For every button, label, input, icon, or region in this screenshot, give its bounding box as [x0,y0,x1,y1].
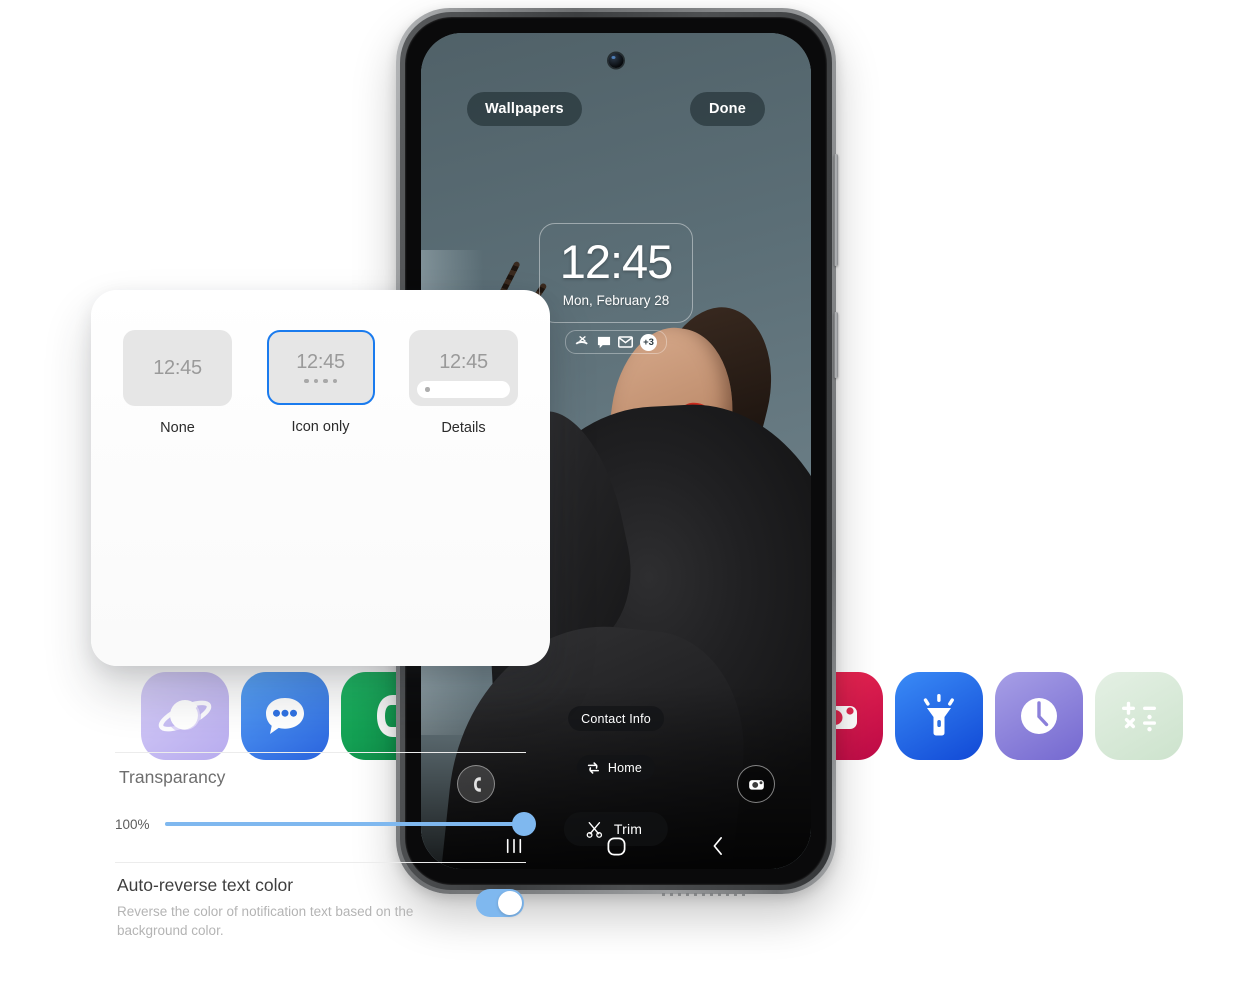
auto-reverse-texts: Auto-reverse text color Reverse the colo… [117,875,476,940]
app-icon-messages[interactable] [241,672,329,760]
message-icon [597,336,611,348]
clock-time: 12:45 [559,235,674,288]
style-label-icon-only: Icon only [291,419,350,435]
transparency-slider-row: 100% [115,810,536,838]
back-button[interactable] [691,829,745,863]
style-label-none: None [160,420,195,436]
planet-icon [158,700,212,733]
preview-time: 12:45 [153,357,202,379]
style-preview-details[interactable]: 12:45 [409,330,518,406]
flashlight-icon [923,694,954,736]
style-option-none[interactable]: 12:45 None [122,330,233,436]
speaker-grille [662,893,750,896]
home-switch-button[interactable]: Home [576,755,656,780]
recents-icon [506,838,522,854]
transparency-title: Transparancy [119,767,226,787]
style-preview-none[interactable]: 12:45 [123,330,232,406]
calculator-icon [1122,701,1156,732]
front-camera-punch-hole [608,53,624,68]
swap-icon [587,761,600,774]
clock-icon [1021,698,1057,734]
camera-shortcut-button[interactable] [737,765,775,803]
style-preview-icon-only[interactable]: 12:45 [266,330,375,405]
app-icon-calculator[interactable] [1095,672,1183,760]
app-icon-clock[interactable] [995,672,1083,760]
app-icon-samsung-internet[interactable] [141,672,229,760]
volume-button[interactable] [834,154,838,266]
phone-icon [473,776,481,792]
slider-fill [165,822,524,826]
missed-call-icon [575,335,588,345]
notification-overflow-badge: +3 [640,333,657,351]
auto-reverse-row: Auto-reverse text color Reverse the colo… [117,875,524,940]
clock-widget[interactable]: 12:45 Mon, February 28 [539,223,693,323]
done-button[interactable]: Done [689,92,765,126]
notification-icon-row[interactable]: +3 [565,330,667,354]
clock-date: Mon, February 28 [562,293,670,308]
transparency-slider[interactable] [165,812,536,836]
phone-shortcut-button[interactable] [457,765,495,803]
back-icon [713,837,723,855]
contact-info-button[interactable]: Contact Info [568,706,664,731]
auto-reverse-title: Auto-reverse text color [117,875,294,895]
style-option-icon-only[interactable]: 12:45 Icon only [265,330,376,436]
preview-time: 12:45 [296,350,345,373]
style-label-details: Details [441,420,486,436]
screenshot-stage: Wallpapers Done 12:45 Mon, February 28 +… [0,0,1260,1000]
auto-reverse-toggle[interactable] [476,889,524,917]
power-button[interactable] [834,312,838,378]
mail-icon [618,336,633,348]
camera-icon [748,779,764,790]
home-button[interactable] [589,829,643,863]
notification-settings-card: 12:45 None 12:45 Icon only 12:45 Details… [91,290,550,938]
home-label: Home [607,760,643,775]
divider [115,752,526,753]
home-icon [607,837,625,855]
notification-style-options: 12:45 None 12:45 Icon only 12:45 Details [91,330,550,436]
preview-notification-bar [417,381,510,398]
auto-reverse-description: Reverse the color of notification text b… [117,904,414,939]
divider [115,862,526,863]
transparency-value: 100% [115,816,150,832]
slider-handle[interactable] [512,812,536,836]
message-bubble-icon [266,698,304,734]
app-icon-flashlight[interactable] [895,672,983,760]
wallpapers-button[interactable]: Wallpapers [467,92,582,126]
style-option-details[interactable]: 12:45 Details [408,330,519,436]
preview-notification-dots [304,378,337,384]
preview-time: 12:45 [439,351,488,373]
